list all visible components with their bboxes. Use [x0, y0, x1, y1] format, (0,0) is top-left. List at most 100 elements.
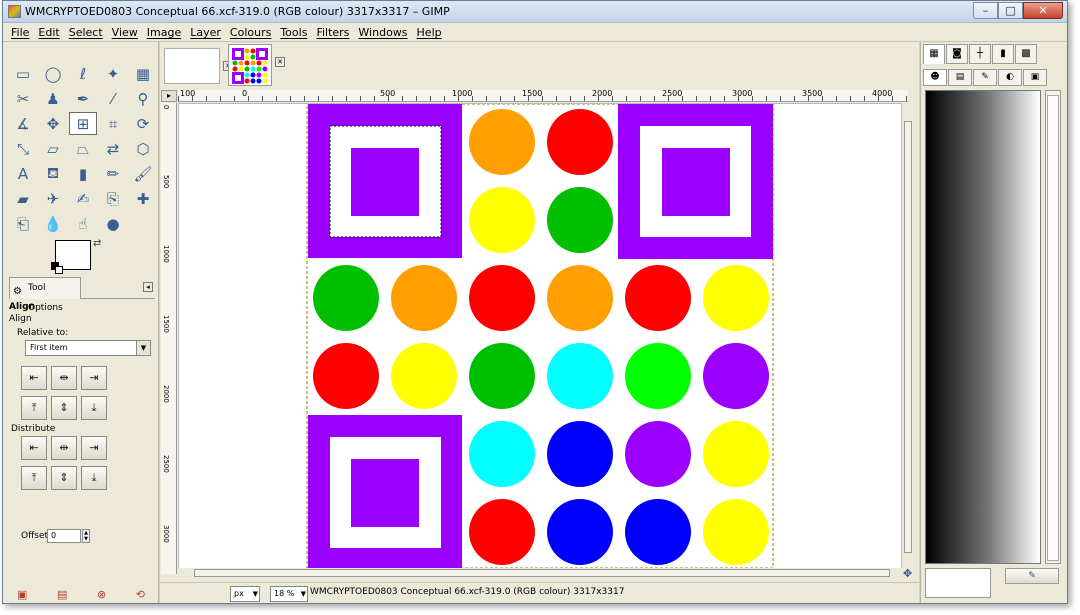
default-colors-icon[interactable]: [51, 262, 63, 274]
swap-colors-icon[interactable]: ⇄: [93, 238, 101, 249]
scissors-select-icon[interactable]: ✂: [9, 87, 37, 110]
dock-scrollbar[interactable]: [1045, 90, 1061, 564]
restore-options-icon[interactable]: ▤: [57, 588, 67, 601]
tab-patterns[interactable]: ▦: [923, 44, 945, 64]
dodge-burn-icon[interactable]: ●: [99, 212, 127, 235]
save-options-icon[interactable]: ▣: [17, 588, 27, 601]
close-tab-icon[interactable]: ✕: [275, 57, 285, 67]
maximize-button[interactable]: □: [998, 2, 1023, 19]
menu-select[interactable]: Select: [69, 23, 103, 41]
minimize-button[interactable]: –: [973, 2, 998, 19]
tab-colours[interactable]: ◐: [998, 69, 1022, 86]
menu-colours[interactable]: Colours: [230, 23, 271, 41]
align-icon[interactable]: ⊞: [69, 112, 97, 135]
reset-options-icon[interactable]: ⟲: [136, 588, 145, 601]
text-icon[interactable]: A: [9, 162, 37, 185]
delete-options-icon[interactable]: ⊗: [97, 588, 106, 601]
menu-image[interactable]: Image: [147, 23, 181, 41]
offset-input[interactable]: 0: [47, 529, 81, 543]
title-bar[interactable]: WMCRYPTOED0803 Conceptual 66.xcf-319.0 (…: [3, 1, 1067, 23]
align-bottom-button[interactable]: ⤓: [81, 396, 107, 420]
zoom-select[interactable]: 18 % ▼: [270, 586, 308, 602]
bucket-fill-icon[interactable]: ⛾: [39, 162, 67, 185]
offset-spinner[interactable]: ▲ ▼: [82, 529, 90, 543]
paths-icon[interactable]: ✒: [69, 87, 97, 110]
tab-gimp[interactable]: ☻: [923, 69, 947, 86]
align-left-button[interactable]: ⇤: [21, 366, 47, 390]
align-top-button[interactable]: ⤒: [21, 396, 47, 420]
image-tab-1[interactable]: ✕: [164, 48, 233, 84]
unit-select[interactable]: px ▼: [230, 586, 260, 602]
rotate-icon[interactable]: ⟳: [129, 112, 157, 135]
blur-icon[interactable]: 💧: [39, 212, 67, 235]
vertical-ruler[interactable]: 0 500 1000 1500 2000 2500 3000: [161, 103, 177, 574]
move-icon[interactable]: ✥: [39, 112, 67, 135]
tab-gradients[interactable]: ▮: [992, 44, 1014, 64]
canvas-area[interactable]: [178, 103, 902, 574]
ellipse-select-icon[interactable]: ◯: [39, 62, 67, 85]
edit-button[interactable]: ✎: [1005, 568, 1059, 584]
close-button[interactable]: ✕: [1023, 2, 1063, 19]
align-right-button[interactable]: ⇥: [81, 366, 107, 390]
scale-icon[interactable]: ⤡: [9, 137, 37, 160]
image-canvas[interactable]: [179, 104, 902, 574]
color-select-icon[interactable]: ▦: [129, 62, 157, 85]
quick-mask-toggle[interactable]: ▸: [161, 90, 177, 102]
cage-icon[interactable]: ⬡: [129, 137, 157, 160]
airbrush-icon[interactable]: ✈: [39, 187, 67, 210]
dock-scroll-thumb[interactable]: [1047, 95, 1059, 561]
image-tab-2[interactable]: ✕: [228, 44, 285, 86]
distribute-left-button[interactable]: ⇤: [21, 436, 47, 460]
perspective-icon[interactable]: ⏢: [69, 137, 97, 160]
flip-icon[interactable]: ⇄: [99, 137, 127, 160]
tab-palettes[interactable]: ▩: [1015, 44, 1037, 64]
menu-file[interactable]: File: [11, 23, 29, 41]
ink-icon[interactable]: ✍: [69, 187, 97, 210]
align-middle-button[interactable]: ⇕: [51, 396, 77, 420]
relative-to-select[interactable]: First item ▼: [25, 340, 151, 356]
tab-tool-options[interactable]: ⚙ Tool Options: [9, 277, 81, 313]
menu-help[interactable]: Help: [417, 23, 442, 41]
blend-icon[interactable]: ▮: [69, 162, 97, 185]
vertical-scroll-thumb[interactable]: [904, 121, 912, 553]
tab-brushes[interactable]: ◙: [946, 44, 968, 64]
tab-brush-editor[interactable]: ✎: [973, 69, 997, 86]
vertical-scrollbar[interactable]: [903, 103, 913, 574]
menu-edit[interactable]: Edit: [38, 23, 59, 41]
rect-select-icon[interactable]: ▭: [9, 62, 37, 85]
menu-view[interactable]: View: [112, 23, 138, 41]
zoom-icon[interactable]: ⚲: [129, 87, 157, 110]
perspective-clone-icon[interactable]: ⎗: [9, 212, 37, 235]
gradient-preview[interactable]: [925, 90, 1041, 564]
foreground-select-icon[interactable]: ♟: [39, 87, 67, 110]
distribute-center-button[interactable]: ⇹: [51, 436, 77, 460]
menu-tools[interactable]: Tools: [280, 23, 307, 41]
free-select-icon[interactable]: ℓ: [69, 62, 97, 85]
horizontal-scroll-thumb[interactable]: [194, 569, 890, 577]
navigate-icon[interactable]: ✥: [903, 568, 915, 580]
tab-menu-arrow-icon[interactable]: ◂: [143, 282, 153, 292]
fuzzy-select-icon[interactable]: ✦: [99, 62, 127, 85]
color-picker-icon[interactable]: ⁄: [99, 87, 127, 110]
tab-images[interactable]: ▣: [1023, 69, 1047, 86]
paintbrush-icon[interactable]: 🖌: [129, 162, 157, 185]
clone-icon[interactable]: ⎘: [99, 187, 127, 210]
crop-icon[interactable]: ⌗: [99, 112, 127, 135]
heal-icon[interactable]: ✚: [129, 187, 157, 210]
distribute-middle-button[interactable]: ⇕: [51, 466, 77, 490]
shear-icon[interactable]: ▱: [39, 137, 67, 160]
distribute-right-button[interactable]: ⇥: [81, 436, 107, 460]
menu-layer[interactable]: Layer: [190, 23, 221, 41]
distribute-top-button[interactable]: ⤒: [21, 466, 47, 490]
menu-filters[interactable]: Filters: [316, 23, 349, 41]
align-center-button[interactable]: ⇹: [51, 366, 77, 390]
eraser-icon[interactable]: ▰: [9, 187, 37, 210]
distribute-bottom-button[interactable]: ⤓: [81, 466, 107, 490]
menu-windows[interactable]: Windows: [358, 23, 407, 41]
tab-document-history[interactable]: ▤: [948, 69, 972, 86]
pencil-icon[interactable]: ✏: [99, 162, 127, 185]
tab-pointer[interactable]: ┼: [969, 44, 991, 64]
smudge-icon[interactable]: ☝: [69, 212, 97, 235]
horizontal-ruler[interactable]: 100 0 500 1000 1500 2000 2500 3000 3500 4000: [178, 90, 908, 102]
measure-icon[interactable]: ∡: [9, 112, 37, 135]
